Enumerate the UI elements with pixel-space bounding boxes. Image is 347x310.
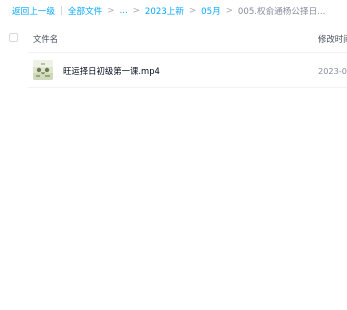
video-thumbnail-icon[interactable] <box>33 60 53 80</box>
breadcrumb-separator: > <box>225 6 233 16</box>
breadcrumb-current-folder: 005.权俞通杨公择日... <box>237 7 326 17</box>
file-row[interactable]: 旺运择日初级第一课.mp4 2023-05 <box>0 53 347 87</box>
breadcrumb-separator: > <box>132 6 140 16</box>
breadcrumb: 返回上一级 | 全部文件 > ... > 2023上新 > 05月 > 005.… <box>12 5 325 17</box>
back-link[interactable]: 返回上一级 <box>12 5 55 17</box>
file-list-header: 文件名 修改时间 <box>0 28 347 50</box>
file-browser: 返回上一级 | 全部文件 > ... > 2023上新 > 05月 > 005.… <box>0 0 347 310</box>
breadcrumb-folder-05[interactable]: 05月 <box>201 5 221 17</box>
breadcrumb-separator: > <box>188 6 197 16</box>
breadcrumb-ellipsis[interactable]: ... <box>119 6 127 16</box>
breadcrumb-all-files[interactable]: 全部文件 <box>68 5 102 17</box>
breadcrumb-folder-2023[interactable]: 2023上新 <box>145 5 184 17</box>
file-modified-time: 2023-05 <box>318 66 347 76</box>
column-header-name[interactable]: 文件名 <box>33 33 58 45</box>
file-name[interactable]: 旺运择日初级第一课.mp4 <box>63 65 160 77</box>
row-divider <box>28 87 347 88</box>
breadcrumb-bar-separator: | <box>59 6 63 16</box>
breadcrumb-separator: > <box>107 6 115 16</box>
column-header-modified[interactable]: 修改时间 <box>318 33 347 45</box>
select-all-checkbox[interactable] <box>9 33 18 42</box>
